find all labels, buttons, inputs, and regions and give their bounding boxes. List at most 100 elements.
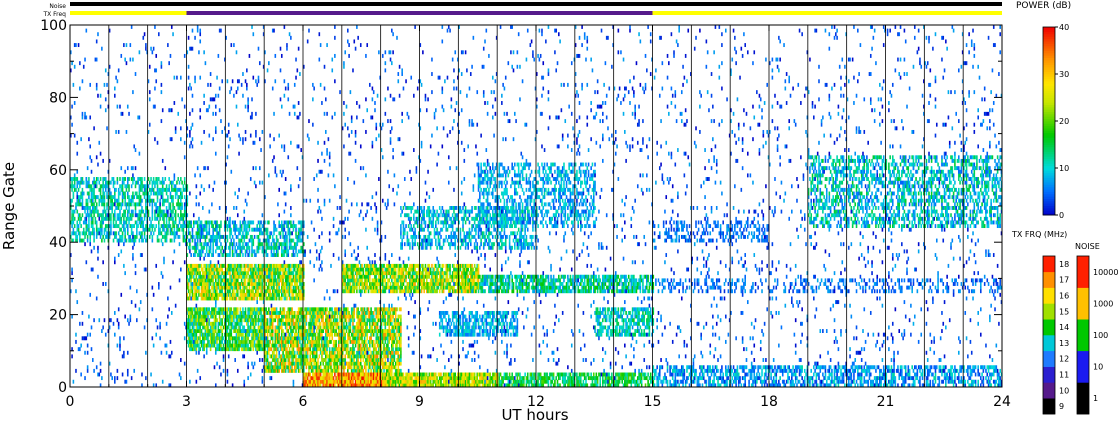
range-cell	[142, 224, 145, 229]
range-cell	[142, 220, 145, 225]
range-cell	[322, 361, 325, 366]
range-cell	[526, 376, 529, 381]
range-cell	[101, 231, 103, 236]
range-cell	[247, 336, 249, 341]
range-cell	[207, 336, 209, 341]
range-cell	[200, 263, 203, 268]
range-cell	[92, 220, 94, 225]
range-cell	[602, 376, 604, 381]
range-cell	[103, 195, 106, 200]
range-cell	[198, 289, 200, 294]
range-cell	[84, 234, 86, 239]
range-cell	[158, 224, 160, 229]
range-cell	[86, 202, 89, 207]
range-cell	[240, 321, 243, 326]
range-cell	[248, 332, 251, 337]
range-cell	[363, 336, 366, 341]
range-cell	[537, 379, 539, 384]
range-cell	[130, 202, 133, 207]
range-cell	[95, 220, 98, 225]
range-cell	[163, 180, 165, 185]
range-cell	[79, 213, 81, 218]
range-cell	[213, 343, 216, 348]
range-cell	[79, 220, 81, 225]
range-cell	[367, 307, 370, 312]
range-cell	[312, 336, 314, 341]
range-cell	[429, 379, 432, 384]
range-cell	[367, 289, 370, 294]
range-cell	[279, 307, 282, 312]
range-cell	[400, 347, 402, 352]
range-cell	[124, 209, 126, 214]
range-cell	[76, 184, 79, 189]
range-cell	[143, 177, 146, 181]
range-cell	[391, 368, 393, 373]
range-cell	[274, 274, 277, 279]
range-cell	[86, 198, 89, 203]
range-cell	[152, 231, 155, 236]
range-cell	[148, 216, 151, 221]
range-cell	[116, 177, 119, 181]
range-cell	[361, 289, 363, 294]
range-cell	[292, 347, 295, 352]
range-cell	[353, 289, 356, 294]
range-cell	[117, 224, 120, 229]
range-cell	[299, 368, 301, 373]
range-cell	[173, 227, 176, 232]
range-cell	[278, 292, 280, 297]
range-cell	[569, 372, 572, 377]
range-cell	[400, 321, 402, 326]
range-cell	[266, 358, 269, 362]
range-cell	[155, 202, 158, 207]
range-cell	[203, 339, 205, 344]
range-cell	[177, 213, 180, 218]
range-cell	[235, 296, 238, 301]
range-cell	[191, 310, 194, 315]
range-cell	[378, 314, 380, 319]
range-cell	[216, 339, 218, 344]
range-cell	[347, 343, 349, 348]
range-cell	[141, 187, 143, 192]
range-cell	[331, 336, 334, 341]
range-cell	[132, 209, 134, 214]
range-cell	[268, 285, 270, 290]
range-cell	[183, 195, 186, 200]
range-cell	[123, 224, 125, 229]
range-cell	[129, 234, 132, 239]
range-cell	[72, 195, 75, 200]
range-cell	[178, 220, 181, 225]
range-cell	[580, 379, 582, 384]
range-cell	[226, 296, 229, 301]
range-cell	[172, 202, 174, 207]
range-cell	[356, 274, 358, 279]
range-cell	[189, 325, 191, 330]
range-cell	[524, 372, 526, 377]
range-cell	[334, 350, 336, 355]
range-cell	[187, 285, 190, 290]
range-cell	[145, 202, 147, 207]
range-cell	[314, 358, 317, 362]
range-cell	[148, 180, 151, 185]
range-cell	[345, 329, 348, 333]
range-cell	[370, 307, 372, 312]
range-cell	[595, 372, 598, 377]
range-cell	[121, 231, 124, 236]
range-cell	[82, 227, 85, 232]
range-cell	[136, 220, 138, 225]
range-cell	[384, 314, 387, 319]
range-cell	[358, 339, 361, 344]
range-cell	[117, 206, 120, 210]
range-cell	[182, 231, 185, 236]
range-cell	[291, 332, 293, 337]
range-cell	[400, 350, 402, 355]
range-cell	[125, 206, 128, 210]
range-cell	[358, 310, 361, 315]
range-cell	[306, 358, 309, 362]
range-cell	[141, 177, 143, 181]
range-cell	[169, 224, 172, 229]
range-cell	[256, 296, 258, 301]
range-cell	[353, 358, 356, 362]
range-cell	[317, 361, 319, 366]
range-cell	[278, 314, 280, 319]
range-cell	[170, 227, 173, 232]
